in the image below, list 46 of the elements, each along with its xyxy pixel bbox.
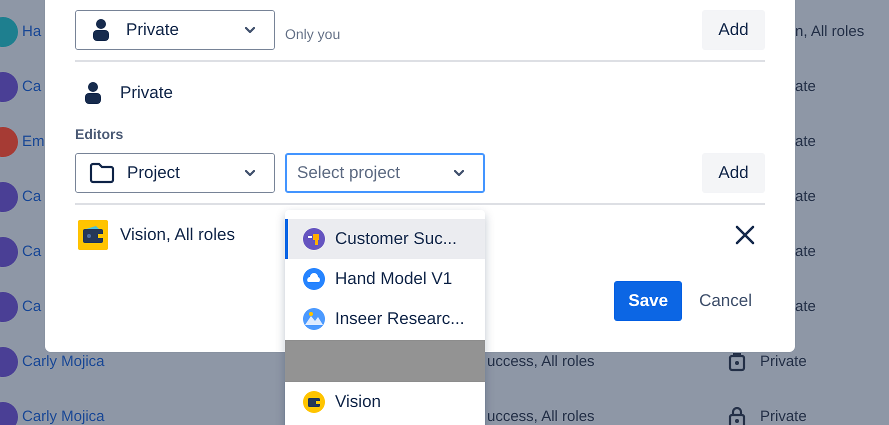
close-icon[interactable]	[735, 225, 755, 245]
access-level: ate	[794, 78, 816, 94]
section-heading: Editors	[75, 126, 124, 144]
project-icon	[303, 308, 325, 330]
add-button[interactable]: Add	[702, 153, 765, 193]
chevron-down-icon	[453, 169, 465, 177]
chevron-down-icon	[244, 169, 256, 177]
user-name[interactable]: Ca	[22, 299, 42, 314]
hint-text: Only you	[285, 26, 340, 42]
access-level: ate	[794, 298, 816, 314]
user-name[interactable]: Carly Mojica	[22, 409, 105, 424]
entry-label: Private	[120, 82, 173, 102]
project-option[interactable]: Customer Suc...	[285, 219, 485, 259]
visibility-select[interactable]: Private	[75, 10, 275, 50]
type-select[interactable]: Project	[75, 153, 275, 193]
user-name[interactable]: Carly Mojica	[22, 354, 105, 369]
access-level: n, All roles	[794, 22, 864, 40]
person-icon	[93, 19, 109, 41]
user-name[interactable]: Em	[22, 134, 44, 149]
access-level: ate	[794, 132, 816, 150]
user-name[interactable]: Ca	[22, 189, 42, 204]
project-access: uccess, All roles	[487, 408, 595, 424]
project-select[interactable]: Select project	[285, 153, 485, 193]
wallet-icon	[78, 220, 108, 250]
project-icon	[303, 268, 325, 290]
project-option[interactable]: Hand Model V1	[285, 259, 485, 299]
access-level: Private	[760, 408, 807, 424]
folder-icon	[89, 162, 115, 184]
project-icon	[303, 228, 325, 250]
user-name[interactable]: Ha	[22, 24, 42, 39]
padlock-icon	[728, 406, 746, 425]
access-level: Private	[760, 352, 807, 370]
person-icon	[85, 82, 101, 104]
user-name[interactable]: Ca	[22, 79, 42, 94]
project-option[interactable]: Vision	[285, 382, 485, 422]
access-level: ate	[794, 188, 816, 204]
add-button[interactable]: Add	[702, 10, 765, 50]
chevron-down-icon	[244, 26, 256, 34]
project-icon	[303, 391, 325, 413]
access-level: ate	[794, 242, 816, 260]
project-access: uccess, All roles	[487, 352, 595, 370]
entry-label: Vision, All roles	[120, 225, 235, 245]
project-option[interactable]: Inseer Researc...	[285, 299, 485, 339]
save-button[interactable]: Save	[614, 281, 682, 321]
cancel-button[interactable]: Cancel	[699, 291, 752, 311]
user-name[interactable]: Ca	[22, 244, 42, 259]
